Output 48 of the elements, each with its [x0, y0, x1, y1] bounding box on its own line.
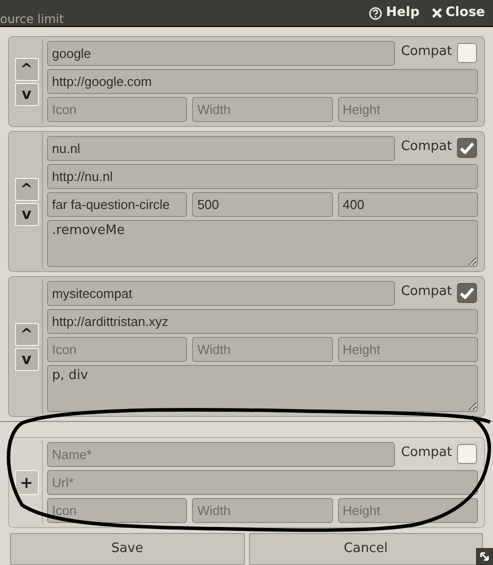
name-field[interactable]: Name* [47, 442, 395, 467]
url-field[interactable]: http://ardittristan.xyz [47, 309, 478, 334]
move-up-button[interactable]: ^ [14, 178, 38, 200]
compat-checkbox[interactable] [457, 283, 477, 303]
compat-checkbox[interactable] [457, 138, 477, 158]
save-button[interactable]: Save [10, 533, 244, 565]
add-button[interactable]: + [14, 470, 38, 495]
checkmark-icon [460, 287, 474, 299]
resize-handle[interactable] [476, 548, 493, 565]
move-down-button[interactable]: v [14, 348, 38, 370]
name-field[interactable]: google [47, 41, 395, 66]
width-field[interactable]: Width [192, 97, 333, 122]
checkmark-icon [460, 142, 474, 154]
compat-label: Compat [400, 283, 452, 301]
compat-label: Compat [400, 43, 452, 61]
compat-label: Compat [400, 444, 452, 462]
height-field[interactable]: Height [338, 498, 478, 523]
resize-icon [479, 551, 490, 562]
selector-field[interactable]: p, div [47, 365, 478, 412]
icon-field[interactable]: Icon [47, 498, 188, 523]
close-button[interactable]: Close [432, 3, 485, 23]
height-field[interactable]: 400 [338, 192, 478, 217]
icon-field[interactable]: Icon [47, 337, 188, 362]
cancel-button[interactable]: Cancel [248, 533, 483, 565]
compat-checkbox[interactable] [457, 444, 477, 464]
close-icon [432, 8, 442, 18]
move-up-button[interactable]: ^ [14, 322, 38, 346]
move-down-button[interactable]: v [14, 82, 38, 106]
background-label: ource limit [0, 13, 64, 25]
height-field[interactable]: Height [338, 97, 478, 122]
compat-checkbox[interactable] [457, 43, 477, 63]
width-field[interactable]: 500 [192, 192, 333, 217]
icon-field[interactable]: far fa-question-circle [47, 192, 188, 217]
width-field[interactable]: Width [192, 337, 333, 362]
icon-field[interactable]: Icon [47, 97, 188, 122]
name-field[interactable]: nu.nl [47, 136, 395, 161]
move-down-button[interactable]: v [14, 202, 38, 226]
selector-field[interactable]: .removeMe [47, 220, 478, 267]
url-field[interactable]: Url* [47, 470, 478, 495]
name-field[interactable]: mysitecompat [47, 281, 395, 306]
url-field[interactable]: http://nu.nl [47, 164, 478, 189]
url-field[interactable]: http://google.com [47, 69, 478, 94]
help-button[interactable]: Help [369, 3, 420, 23]
height-field[interactable]: Height [338, 337, 478, 362]
help-icon [369, 6, 382, 20]
move-up-button[interactable]: ^ [14, 58, 38, 80]
width-field[interactable]: Width [192, 498, 333, 523]
compat-label: Compat [400, 138, 452, 156]
